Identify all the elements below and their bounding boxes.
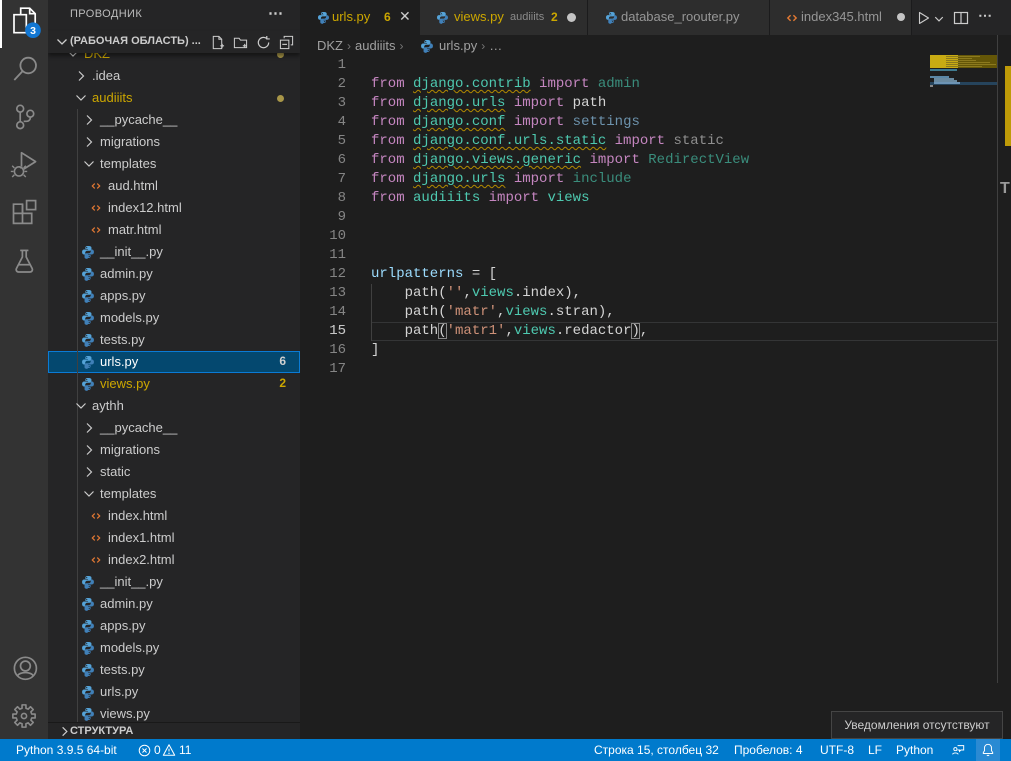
svg-text:3: 3 xyxy=(30,25,36,37)
